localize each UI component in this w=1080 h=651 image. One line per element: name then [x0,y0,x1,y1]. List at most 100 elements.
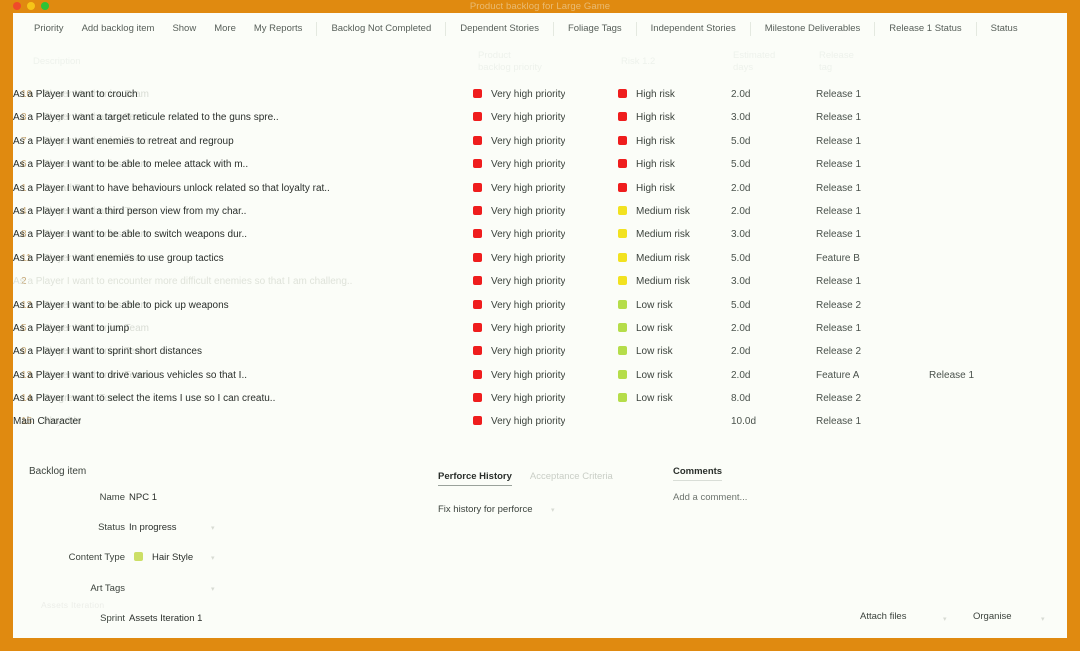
column-header-priority[interactable]: Product backlog priority [478,50,542,73]
row-release-tag[interactable]: Release 1 [816,130,861,153]
row-estimated-days[interactable]: 5.0d [731,153,791,176]
row-priority[interactable]: Very high priority [473,130,565,153]
row-estimated-days[interactable]: 10.0d [731,410,791,433]
row-release-tag[interactable]: Release 1 [816,83,861,106]
detail-field-caret-icon[interactable]: ▾ [211,554,215,562]
row-release-tag[interactable]: Release 1 [816,410,861,433]
attach-files-button[interactable]: Attach files [860,611,906,622]
row-estimated-days[interactable]: 2.0d [731,340,791,363]
toolbar-item-dependent-stories[interactable]: Dependent Stories [451,13,548,44]
row-estimated-days[interactable]: 3.0d [731,270,791,293]
row-estimated-days[interactable]: 5.0d [731,247,791,270]
row-risk[interactable]: High risk [618,106,675,129]
column-header-release[interactable]: Release tag [819,50,854,73]
tab-perforce-history[interactable]: Perforce History [438,471,512,486]
row-release-tag[interactable]: Release 1 [816,223,861,246]
table-row[interactable]: 8 Player Mechanics Team As a Player I want… [13,223,1067,246]
row-priority[interactable]: Very high priority [473,294,565,317]
row-estimated-days[interactable]: 3.0d [731,223,791,246]
row-release-tag[interactable]: Feature B [816,247,860,270]
row-priority[interactable]: Very high priority [473,364,565,387]
row-estimated-days[interactable]: 2.0d [731,200,791,223]
table-row[interactable]: 13 Player Mechanics Team As a Player I wan… [13,364,1067,387]
row-extra-tag[interactable]: Release 1 [929,364,974,387]
toolbar-item-milestone-deliverables[interactable]: Milestone Deliverables [756,13,870,44]
row-description[interactable]: As a Player I want a third person view f… [13,200,246,223]
row-priority[interactable]: Very high priority [473,200,565,223]
row-priority[interactable]: Very high priority [473,410,565,433]
table-row[interactable]: 4 Player Mechanics Team As a Player I want… [13,200,1067,223]
add-comment-input[interactable]: Add a comment... [673,492,747,503]
table-row[interactable]: 2 As a Player I want to encounter more di… [13,270,1067,293]
row-description[interactable]: As a Player I want to sprint short dista… [13,340,202,363]
table-row[interactable]: 11 Player Mechanics Team As a Player I wan… [13,247,1067,270]
row-risk[interactable]: High risk [618,153,675,176]
toolbar-item-backlog-not-completed[interactable]: Backlog Not Completed [322,13,440,44]
row-release-tag[interactable]: Release 2 [816,294,861,317]
row-description[interactable]: As a Player I want to crouch [13,83,138,106]
toolbar-item-release-1-status[interactable]: Release 1 Status [880,13,970,44]
row-risk[interactable]: Low risk [618,317,673,340]
row-risk[interactable]: Medium risk [618,223,690,246]
toolbar-item-independent-stories[interactable]: Independent Stories [642,13,745,44]
row-risk[interactable]: Medium risk [618,247,690,270]
row-description[interactable]: As a Player I want to be able to switch … [13,223,247,246]
row-risk[interactable]: High risk [618,83,675,106]
toolbar-item-more[interactable]: More [205,13,245,44]
row-release-tag[interactable]: Release 1 [816,153,861,176]
column-header-description[interactable]: Description [33,56,81,68]
perforce-history-entry[interactable]: Fix history for perforce [438,504,533,515]
table-row[interactable]: 14 Progression Team As a Player I want to … [13,387,1067,410]
row-description[interactable]: As a Player I want to select the items I… [13,387,275,410]
row-description[interactable]: As a Player I want to be able to melee a… [13,153,248,176]
row-description[interactable]: As a Player I want to jump [13,317,129,340]
row-description[interactable]: As a Player I want a target reticule rel… [13,106,279,129]
row-priority[interactable]: Very high priority [473,106,565,129]
row-risk[interactable]: High risk [618,177,675,200]
detail-field-caret-icon[interactable]: ▾ [211,524,215,532]
row-estimated-days[interactable]: 5.0d [731,130,791,153]
row-risk[interactable]: Low risk [618,364,673,387]
row-risk[interactable]: Low risk [618,294,673,317]
row-estimated-days[interactable]: 5.0d [731,294,791,317]
row-release-tag[interactable]: Release 1 [816,106,861,129]
row-risk[interactable]: Medium risk [618,270,690,293]
row-release-tag[interactable]: Release 1 [816,270,861,293]
detail-field-value[interactable]: Hair Style [134,552,193,563]
toolbar-item-add-backlog-item[interactable]: Add backlog item [73,13,164,44]
row-priority[interactable]: Very high priority [473,153,565,176]
row-risk[interactable]: High risk [618,130,675,153]
table-row[interactable]: 1 Squad Team As a Player I want to have be… [13,177,1067,200]
row-priority[interactable]: Very high priority [473,317,565,340]
column-header-risk[interactable]: Risk 1.2 [621,56,655,68]
row-priority[interactable]: Very high priority [473,177,565,200]
toolbar-item-my-reports[interactable]: My Reports [245,13,312,44]
row-release-tag[interactable]: Release 2 [816,340,861,363]
row-description[interactable]: As a Player I want to have behaviours un… [13,177,330,200]
row-risk[interactable]: Low risk [618,387,673,410]
row-priority[interactable]: Very high priority [473,223,565,246]
detail-field-value[interactable]: In progress [129,522,177,533]
row-description[interactable]: As a Player I want to encounter more dif… [13,270,352,293]
row-estimated-days[interactable]: 3.0d [731,106,791,129]
row-priority[interactable]: Very high priority [473,387,565,410]
row-description[interactable]: As a Player I want to drive various vehi… [13,364,247,387]
row-description[interactable]: As a Player I want enemies to retreat an… [13,130,234,153]
row-risk[interactable]: Medium risk [618,200,690,223]
table-row[interactable]: 3 Player Mechanics Team As a Player I want… [13,106,1067,129]
row-priority[interactable]: Very high priority [473,270,565,293]
row-release-tag[interactable]: Release 1 [816,200,861,223]
table-row[interactable]: 10 Player Mechanics Team As a Player I wan… [13,83,1067,106]
toolbar-item-show[interactable]: Show [163,13,205,44]
table-row[interactable]: 15 Playable Main Character Very high priori… [13,410,1067,433]
row-description[interactable]: As a Player I want to be able to pick up… [13,294,229,317]
table-row[interactable]: 7 Player Mechanics Team As a Player I want… [13,130,1067,153]
row-estimated-days[interactable]: 2.0d [731,177,791,200]
organise-button[interactable]: Organise [973,611,1012,622]
row-estimated-days[interactable]: 2.0d [731,364,791,387]
row-priority[interactable]: Very high priority [473,340,565,363]
row-description[interactable]: Main Character [13,410,81,433]
row-priority[interactable]: Very high priority [473,83,565,106]
row-risk[interactable]: Low risk [618,340,673,363]
tab-acceptance-criteria[interactable]: Acceptance Criteria [530,471,613,485]
